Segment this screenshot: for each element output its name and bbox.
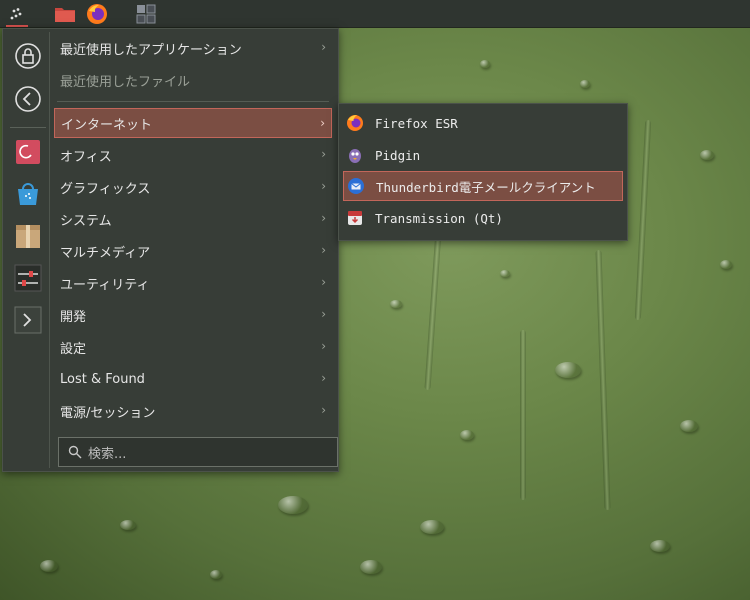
menu-separator	[57, 101, 329, 102]
menu-item-settings[interactable]: 設定 ›	[54, 332, 332, 362]
chevron-right-icon: ›	[321, 339, 326, 353]
rain-drop	[555, 362, 581, 378]
lock-icon	[15, 43, 41, 69]
submenu-item-pidgin[interactable]: Pidgin	[343, 140, 623, 170]
lock-screen-button[interactable]	[12, 40, 44, 72]
pidgin-icon	[346, 146, 364, 164]
menu-item-lost-found[interactable]: Lost & Found ›	[54, 364, 332, 394]
menu-item-multimedia[interactable]: マルチメディア ›	[54, 236, 332, 266]
chevron-right-icon: ›	[321, 307, 326, 321]
desktop-switcher-icon	[136, 4, 156, 23]
menu-item-label: グラフィックス	[60, 181, 151, 197]
internet-submenu: Firefox ESR Pidgin Thunderbird電子メールクライアン…	[338, 103, 628, 241]
rain-drop	[480, 60, 490, 68]
rain-drop	[500, 270, 510, 277]
firefox-button[interactable]	[82, 0, 112, 27]
search-input[interactable]: 検索...	[58, 437, 338, 467]
file-manager-button[interactable]	[50, 0, 80, 27]
debian-icon	[16, 140, 40, 164]
chevron-right-icon: ›	[321, 371, 326, 385]
software-store-button[interactable]	[12, 178, 44, 210]
chevron-right-icon: ›	[320, 116, 325, 130]
menu-item-label: 最近使用したアプリケーション	[60, 42, 242, 58]
rain-streak	[520, 330, 526, 500]
debian-button[interactable]	[12, 136, 44, 168]
submenu-item-label: Firefox ESR	[375, 115, 458, 131]
chevron-right-icon: ›	[321, 179, 326, 193]
package-button[interactable]	[12, 220, 44, 252]
rain-streak	[424, 229, 442, 391]
app-launcher-icon	[10, 7, 22, 19]
menu-item-label: 開発	[60, 309, 87, 325]
rain-drop	[360, 560, 382, 574]
menu-item-development[interactable]: 開発 ›	[54, 300, 332, 330]
chevron-right-icon: ›	[321, 147, 326, 161]
application-menu: 最近使用したアプリケーション › 最近使用したファイル インターネット › オフ…	[2, 28, 339, 472]
menu-item-system[interactable]: システム ›	[54, 204, 332, 234]
submenu-item-thunderbird[interactable]: Thunderbird電子メールクライアント	[343, 171, 623, 201]
rain-drop	[700, 150, 714, 160]
rain-drop	[680, 420, 698, 432]
back-button[interactable]	[12, 83, 44, 115]
chevron-right-icon: ›	[321, 40, 326, 54]
system-settings-button[interactable]	[12, 262, 44, 294]
menu-item-label: ユーティリティ	[60, 277, 150, 293]
menu-item-label: 最近使用したファイル	[60, 74, 191, 90]
menu-item-internet[interactable]: インターネット ›	[54, 108, 332, 138]
firefox-icon	[346, 114, 364, 132]
software-store-icon	[18, 183, 38, 205]
chevron-right-icon: ›	[321, 211, 326, 225]
rain-drop	[720, 260, 732, 269]
menu-item-graphics[interactable]: グラフィックス ›	[54, 172, 332, 202]
submenu-item-label: Thunderbird電子メールクライアント	[376, 179, 596, 195]
menu-item-power-session[interactable]: 電源/セッション ›	[54, 396, 332, 426]
chevron-right-icon: ›	[321, 403, 326, 417]
submenu-item-firefox[interactable]: Firefox ESR	[343, 108, 623, 138]
back-icon	[15, 86, 41, 112]
rain-drop	[580, 80, 590, 88]
sidebar-separator	[10, 127, 46, 128]
terminal-button[interactable]	[12, 304, 44, 336]
rain-drop	[120, 520, 136, 530]
menu-item-utilities[interactable]: ユーティリティ ›	[54, 268, 332, 298]
search-placeholder: 検索...	[88, 446, 127, 462]
menu-item-label: インターネット	[61, 117, 153, 133]
menu-item-recent-apps[interactable]: 最近使用したアプリケーション ›	[54, 33, 332, 63]
chevron-right-icon: ›	[321, 275, 326, 289]
menu-item-label: Lost & Found	[60, 371, 145, 387]
menu-item-label: 電源/セッション	[60, 405, 156, 421]
folder-icon	[55, 7, 75, 22]
settings-sliders-icon	[14, 264, 42, 292]
menu-sidebar	[6, 32, 50, 468]
rain-drop	[278, 496, 308, 514]
submenu-item-transmission[interactable]: Transmission (Qt)	[343, 203, 623, 233]
submenu-item-label: Pidgin	[375, 147, 421, 163]
taskbar	[0, 0, 750, 28]
rain-drop	[40, 560, 58, 572]
menu-item-label: マルチメディア	[60, 245, 151, 261]
menu-item-label: システム	[60, 213, 112, 229]
chevron-right-icon: ›	[321, 243, 326, 257]
thunderbird-icon	[347, 177, 365, 195]
desktop-switcher-button[interactable]	[131, 0, 161, 27]
terminal-icon	[14, 306, 42, 334]
menu-item-recent-files[interactable]: 最近使用したファイル	[54, 65, 332, 95]
menu-item-label: オフィス	[60, 149, 112, 165]
submenu-item-label: Transmission (Qt)	[375, 210, 503, 226]
search-icon	[68, 445, 82, 459]
rain-streak	[634, 119, 652, 321]
rain-drop	[650, 540, 670, 552]
transmission-icon	[346, 209, 364, 227]
firefox-icon	[87, 3, 107, 24]
package-icon	[16, 225, 40, 248]
menu-item-label: 設定	[60, 341, 87, 357]
menu-item-office[interactable]: オフィス ›	[54, 140, 332, 170]
rain-drop	[460, 430, 474, 440]
app-launcher-button[interactable]	[2, 0, 32, 27]
rain-drop	[390, 300, 402, 308]
rain-drop	[420, 520, 444, 534]
rain-streak	[595, 249, 611, 511]
rain-drop	[210, 570, 222, 579]
